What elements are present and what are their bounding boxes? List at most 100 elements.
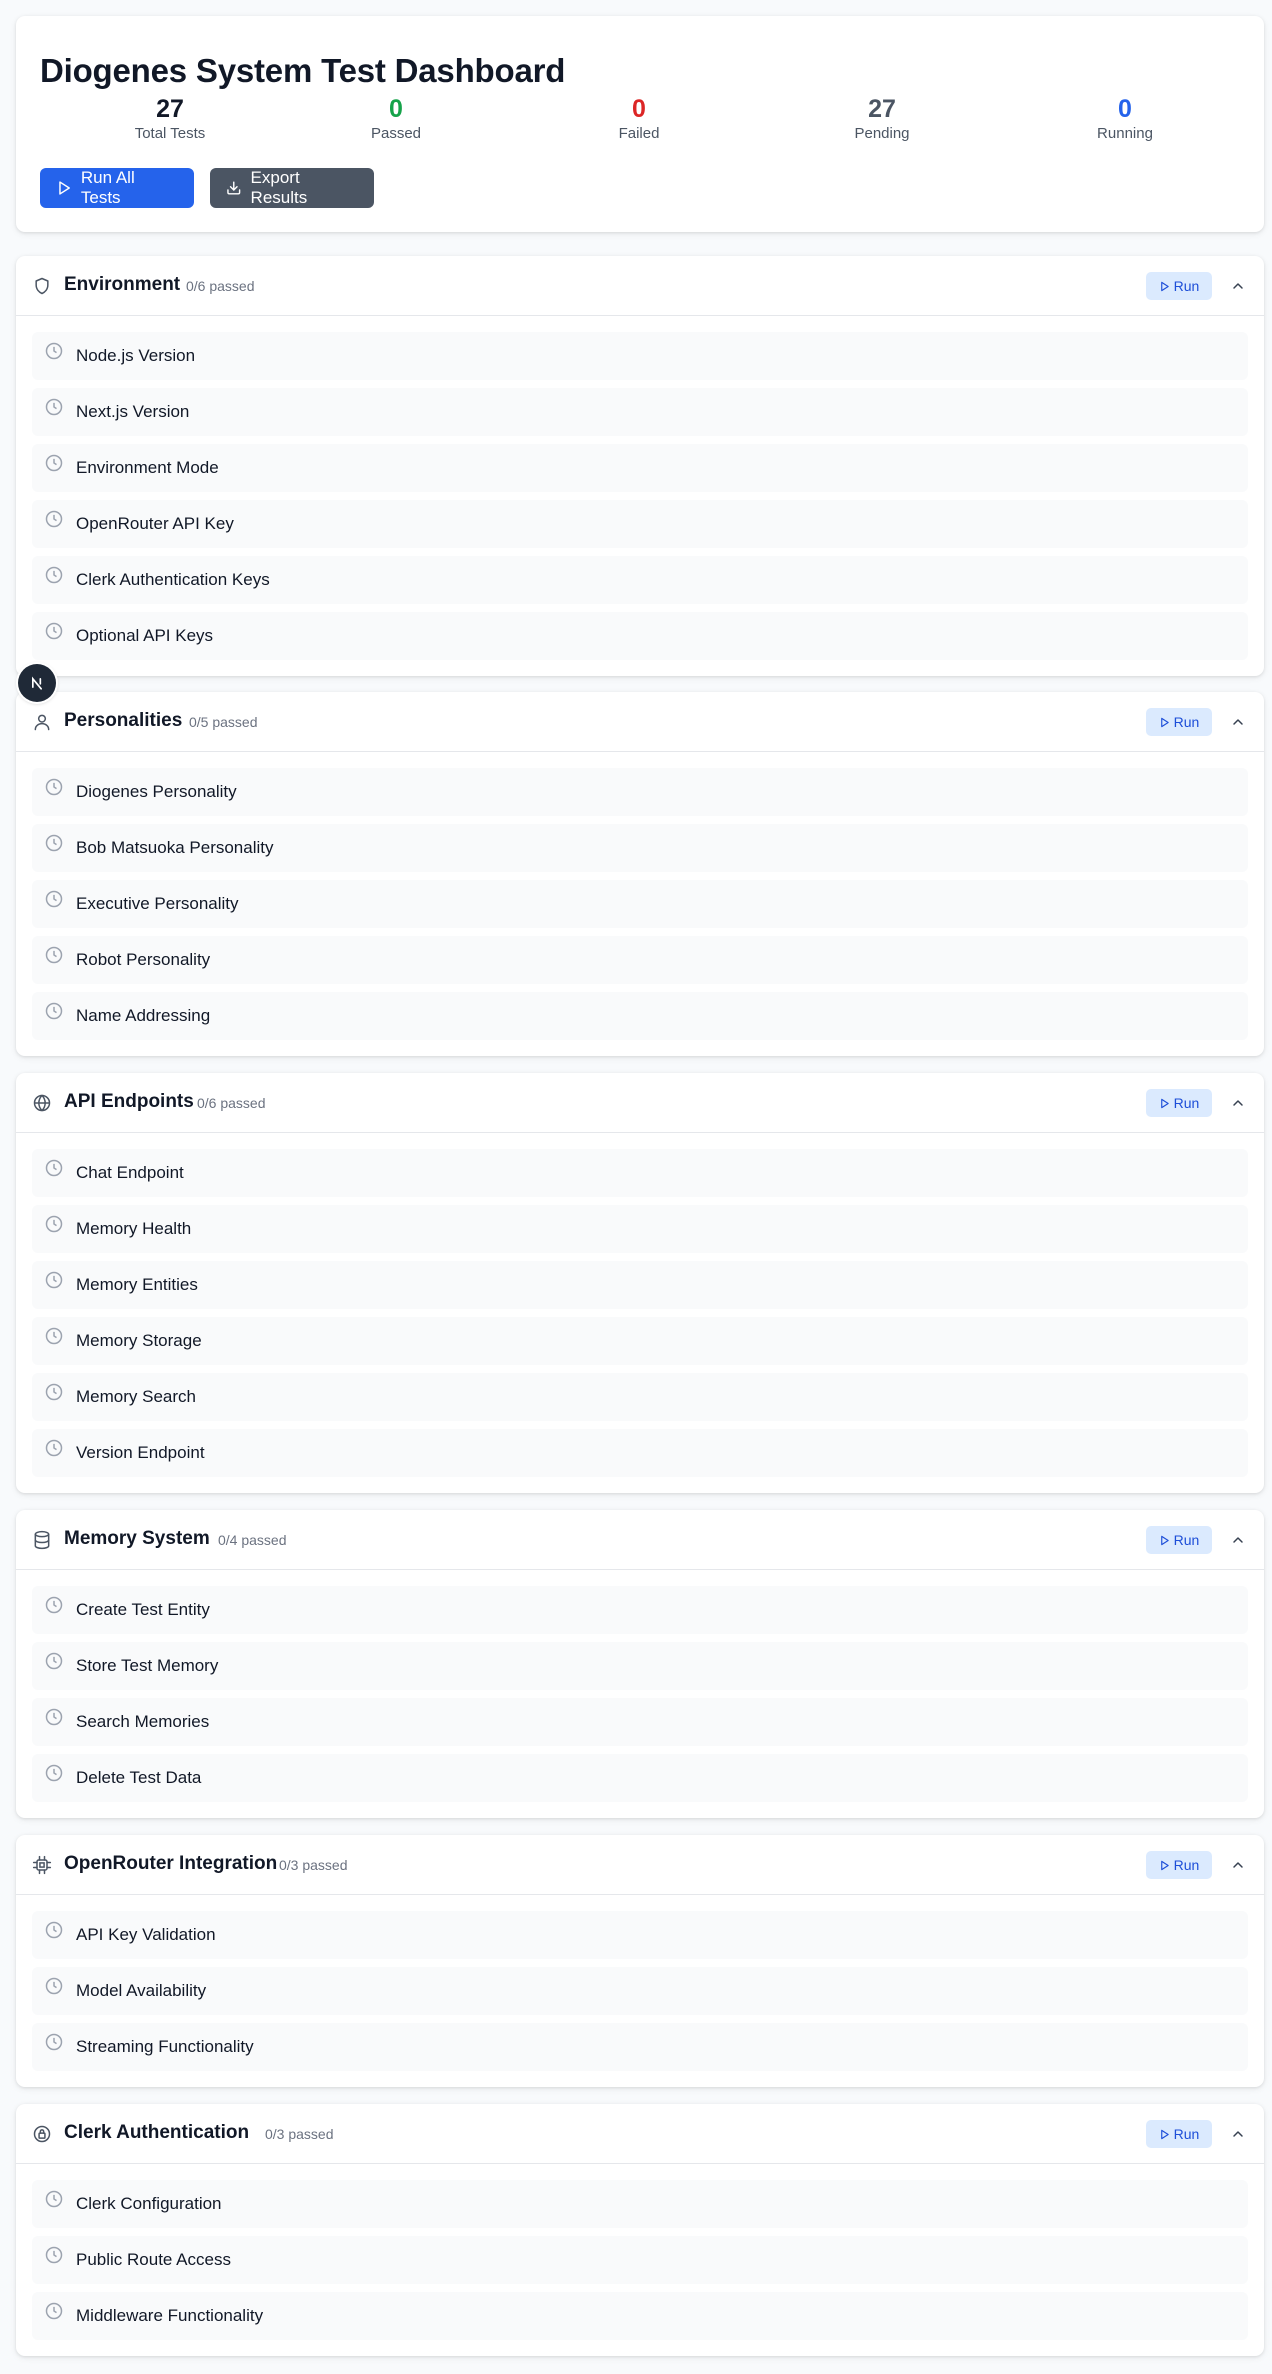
stat-failed-value: 0 [632,95,646,123]
clock-icon [45,1596,63,1614]
chevron-up-icon[interactable] [1230,1857,1246,1873]
clock-icon [45,342,63,360]
clock-icon [45,1708,63,1726]
section-title: Environment [64,274,181,295]
stat-passed-label: Passed [370,125,422,142]
clock-icon [45,1652,63,1670]
cpu-icon [32,1855,52,1875]
section-run-button[interactable]: Run [1146,2120,1212,2148]
stat-passed-value: 0 [389,95,403,123]
clock-icon [45,1921,63,1939]
stat-pending: 27 Pending [802,94,962,144]
chevron-up-icon[interactable] [1230,1532,1246,1548]
test-name: OpenRouter API Key [76,514,234,533]
test-name: Memory Entities [76,1275,198,1294]
run-label: Run [1173,2126,1200,2142]
clock-icon [45,1159,63,1177]
test-row[interactable]: Robot Personality [32,936,1248,984]
section-header[interactable]: Memory System 0/4 passed Run [16,1510,1264,1570]
test-row[interactable]: Name Addressing [32,992,1248,1040]
chevron-up-icon[interactable] [1230,2126,1246,2142]
test-name: Delete Test Data [76,1768,202,1787]
play-icon [1160,717,1169,727]
test-row[interactable]: Optional API Keys [32,612,1248,660]
section-run-button[interactable]: Run [1146,1851,1212,1879]
test-name: Next.js Version [76,402,190,421]
chevron-up-icon[interactable] [1230,1095,1246,1111]
test-row[interactable]: Memory Health [32,1205,1248,1253]
test-row[interactable]: Bob Matsuoka Personality [32,824,1248,872]
run-all-tests-button[interactable]: Run All Tests [40,168,194,208]
play-icon [1160,1098,1169,1108]
clock-icon [45,566,63,584]
test-row[interactable]: API Key Validation [32,1911,1248,1959]
test-row[interactable]: Environment Mode [32,444,1248,492]
section-pass-count: 0/3 passed [265,2126,334,2142]
test-row[interactable]: Clerk Authentication Keys [32,556,1248,604]
shield-icon [35,277,49,295]
test-row[interactable]: Memory Entities [32,1261,1248,1309]
chevron-up-icon[interactable] [1230,714,1246,730]
test-row[interactable]: Chat Endpoint [32,1149,1248,1197]
section-personalities: Personalities 0/5 passed Run Diogenes Pe… [16,692,1264,1056]
section-header[interactable]: OpenRouter Integration 0/3 passed Run [16,1835,1264,1895]
clock-icon [45,622,63,640]
test-row[interactable]: Delete Test Data [32,1754,1248,1802]
nextjs-dev-badge[interactable] [18,664,56,702]
clock-icon [45,1383,63,1401]
test-row[interactable]: Model Availability [32,1967,1248,2015]
section-header[interactable]: Personalities 0/5 passed Run [16,692,1264,752]
clock-icon [45,2246,63,2264]
stat-total: 27 Total Tests [90,94,250,144]
section-title: Clerk Authentication [64,2122,250,2143]
clock-icon [45,2190,63,2208]
clock-icon [45,454,63,472]
clock-icon [45,778,63,796]
section-title: OpenRouter Integration [64,1853,278,1874]
test-row[interactable]: Search Memories [32,1698,1248,1746]
section-run-button[interactable]: Run [1146,1526,1212,1554]
test-name: Public Route Access [76,2250,231,2269]
section-pass-count: 0/4 passed [218,1532,287,1548]
test-row[interactable]: Memory Search [32,1373,1248,1421]
test-row[interactable]: Create Test Entity [32,1586,1248,1634]
stat-running-value: 0 [1118,95,1132,123]
chevron-up-icon[interactable] [1230,278,1246,294]
run-label: Run [1173,714,1200,730]
test-name: Store Test Memory [76,1656,219,1675]
section-run-button[interactable]: Run [1146,708,1212,736]
run-label: Run [1173,1095,1200,1111]
section-header[interactable]: Clerk Authentication 0/3 passed Run [16,2104,1264,2164]
clock-icon [45,1764,63,1782]
section-pass-count: 0/3 passed [279,1857,348,1873]
section-run-button[interactable]: Run [1146,272,1212,300]
test-name: Optional API Keys [76,626,214,645]
test-row[interactable]: Store Test Memory [32,1642,1248,1690]
test-row[interactable]: OpenRouter API Key [32,500,1248,548]
section-run-button[interactable]: Run [1146,1089,1212,1117]
stat-failed-label: Failed [618,125,660,142]
test-row[interactable]: Streaming Functionality [32,2023,1248,2071]
test-name: Memory Health [76,1219,192,1238]
test-row[interactable]: Clerk Configuration [32,2180,1248,2228]
test-row[interactable]: Next.js Version [32,388,1248,436]
section-header[interactable]: API Endpoints 0/6 passed Run [16,1073,1264,1133]
section-header[interactable]: Environment 0/6 passed Run [16,256,1264,316]
section-memory-system: Memory System 0/4 passed Run Create Test… [16,1510,1264,1818]
test-row[interactable]: Diogenes Personality [32,768,1248,816]
test-row[interactable]: Version Endpoint [32,1429,1248,1477]
section-title: Personalities [64,710,183,731]
test-row[interactable]: Node.js Version [32,332,1248,380]
globe-icon [33,1094,51,1112]
test-row[interactable]: Public Route Access [32,2236,1248,2284]
test-row[interactable]: Executive Personality [32,880,1248,928]
run-label: Run [1173,1532,1200,1548]
export-results-button[interactable]: Export Results [210,168,374,208]
play-icon [1160,281,1169,291]
stat-passed: 0 Passed [316,94,476,144]
test-row[interactable]: Memory Storage [32,1317,1248,1365]
stat-pending-label: Pending [854,125,910,142]
test-row[interactable]: Middleware Functionality [32,2292,1248,2340]
stat-running-label: Running [1097,125,1153,142]
download-icon [227,181,241,195]
